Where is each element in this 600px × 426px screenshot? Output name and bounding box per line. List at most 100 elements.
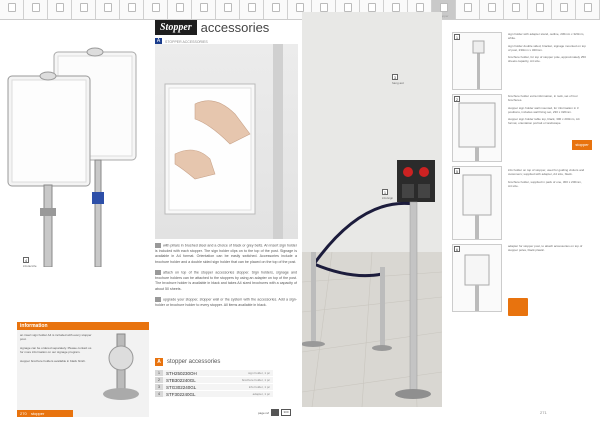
page-ref-number: 300	[281, 409, 292, 416]
thumbnail-page-icon	[415, 3, 424, 12]
thumbnail-4[interactable]	[72, 0, 96, 19]
thumbnail-page-icon	[79, 3, 88, 12]
right-text-4: brochure holder extra information, in ra…	[508, 94, 578, 103]
thumbnail-9[interactable]	[192, 0, 216, 19]
marker-1: 1	[382, 189, 388, 195]
product-code: STF302240GL	[166, 391, 196, 397]
thumbnail-page-icon	[175, 3, 184, 12]
thumb-marker-5: 5	[454, 168, 460, 174]
thumbnail-page-icon	[391, 3, 400, 12]
brochure-holder-thumb-icon	[464, 254, 490, 311]
product-num: 4	[155, 391, 163, 397]
thumbnail-page-icon	[7, 3, 16, 12]
thumbnail-page-icon	[463, 3, 472, 12]
product-desc: brochure holder, 1 pc	[241, 378, 270, 382]
thumb-marker-2: 2	[454, 96, 460, 102]
info-image	[95, 330, 147, 410]
stopper-logo-icon	[508, 298, 528, 316]
thumb-brochure-holder: 6	[452, 244, 502, 312]
info-paragraph-1: an insert sign holder A4 is included wit…	[20, 333, 92, 342]
thumbnail-page-icon	[103, 3, 112, 12]
thumbnail-20[interactable]	[456, 0, 480, 19]
bullet-square-icon	[155, 243, 161, 248]
right-text-5: stopper sign holder wall mounted, for in…	[508, 105, 579, 114]
thumbnail-3[interactable]	[48, 0, 72, 19]
thumbnail-6[interactable]	[120, 0, 144, 19]
product-section-badge: A	[155, 358, 163, 366]
body-paragraph-1: with pillars in brushed steel and a choi…	[155, 243, 297, 264]
marker-3: 3	[392, 74, 398, 80]
thumbnail-page-icon	[319, 3, 328, 12]
right-text-1: sign holder with adapter stand, outline,…	[508, 32, 585, 41]
sign-holder-thumb-icon	[472, 40, 485, 89]
table-row: 3 STG302240GL info holder, 1 pc	[155, 384, 273, 390]
adapter-illustration	[103, 333, 139, 400]
product-table: 1 STH250230OH sign holder, 1 pc 2 STB302240G…	[155, 370, 273, 398]
thumbnail-page-icon	[295, 3, 304, 12]
right-text-3: brochure holder, for top of stopper pole…	[508, 55, 586, 64]
product-code: STG302240GL	[166, 384, 197, 390]
thumbnail-2[interactable]	[24, 0, 48, 19]
thumbnail-24[interactable]	[552, 0, 576, 19]
product-section-title: A stopper accessories	[155, 358, 220, 366]
thumbnail-page-icon	[199, 3, 208, 12]
product-code: STB302240GL	[166, 377, 196, 383]
thumbnail-22[interactable]	[504, 0, 528, 19]
thumbnail-page-icon	[127, 3, 136, 12]
page-number-left: 270	[20, 411, 27, 416]
table-row: 4 STF302240GL adapter, 1 pc	[155, 391, 273, 397]
thumbnail-page-icon	[343, 3, 352, 12]
info-holder-thumb-icon	[458, 102, 496, 161]
thumbnail-page-icon	[223, 3, 232, 12]
thumbnail-5[interactable]	[96, 0, 120, 19]
product-desc: adapter, 1 pc	[252, 392, 270, 396]
body-paragraph-3: upgrade your stopper, stopper wall or th…	[155, 297, 297, 308]
double-holder-thumb-icon	[462, 174, 492, 239]
thumbnail-page-icon	[55, 3, 64, 12]
product-code: STH250230OH	[166, 370, 197, 376]
book-icon	[271, 409, 280, 416]
thumbnail-page-icon	[271, 3, 280, 12]
page-title: accessories	[200, 20, 270, 35]
body-paragraph-2: attach on top of the stopper accessories…	[155, 270, 297, 291]
section-subtitle: STOPPER ACCESSORIES	[165, 39, 208, 44]
thumbnail-21[interactable]	[480, 0, 504, 19]
thumbnail-1[interactable]	[0, 0, 24, 19]
right-text-8: brochure holder, supplied in pack of one…	[508, 179, 582, 188]
information-box: information an insert sign holder A4 is …	[17, 322, 149, 417]
product-num: 1	[155, 370, 163, 376]
brand-logo: Stopper	[155, 20, 197, 35]
thumb-sign-holder: 1	[452, 32, 502, 90]
footer-left: 270 stopper	[17, 410, 73, 417]
sign-holder-illustration	[7, 47, 137, 268]
thumbnail-page-icon	[439, 3, 448, 12]
thumbnail-8[interactable]	[168, 0, 192, 19]
thumbnail-page-icon	[247, 3, 256, 12]
thumb-marker-1: 1	[454, 34, 460, 40]
footer-reference: page ref 300	[258, 409, 292, 416]
page-ref-label: page ref	[258, 410, 270, 415]
thumb-info-holder: 2	[452, 94, 502, 162]
product-desc: sign holder, 1 pc	[248, 371, 270, 375]
table-row: 1 STH250230OH sign holder, 1 pc	[155, 370, 273, 376]
thumbnail-10[interactable]	[216, 0, 240, 19]
thumbnail-page-icon	[487, 3, 496, 12]
section-tab[interactable]: stopper	[572, 140, 592, 150]
thumbnail-25[interactable]	[576, 0, 600, 19]
sign-holder-photo: 4 info/acc/le	[0, 40, 152, 268]
thumbnail-12[interactable]	[264, 0, 288, 19]
thumbnail-11[interactable]	[240, 0, 264, 19]
thumbnail-page-icon	[31, 3, 40, 12]
product-num: 2	[155, 377, 163, 383]
thumbnail-7[interactable]	[144, 0, 168, 19]
thumbnail-page-icon	[583, 3, 592, 12]
stopper-post-illustration	[302, 12, 442, 407]
information-header: information	[17, 322, 149, 330]
thumbnail-page-icon	[559, 3, 568, 12]
thumbnail-page-icon	[367, 3, 376, 12]
right-text-9: adapter for stopper post, to attach acce…	[508, 244, 583, 253]
product-section-label: stopper accessories	[167, 359, 221, 365]
stopper-photo: 3 hang acc 1 info/sign	[302, 12, 442, 407]
thumbnail-23[interactable]	[528, 0, 552, 19]
right-text-6: stopper sign holder table top, black, 30…	[508, 117, 580, 126]
